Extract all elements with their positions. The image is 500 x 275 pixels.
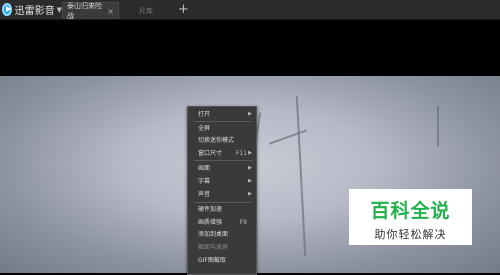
watermark-subtitle: 助你轻松解决 bbox=[374, 228, 447, 241]
app-name: 迅雷影音 bbox=[14, 6, 55, 17]
menu-item-gif-capture[interactable]: GIF图截取 bbox=[188, 255, 256, 266]
shortcut-label: F9 bbox=[239, 219, 247, 226]
tab-video[interactable]: 泰山归来险战 × bbox=[62, 2, 119, 20]
menu-item-subtitle[interactable]: 字幕 ▶ bbox=[188, 176, 256, 187]
menu-divider bbox=[194, 121, 252, 122]
chevron-right-icon: ▶ bbox=[248, 111, 252, 117]
menu-item-add-to-desktop[interactable]: 添加到桌面 bbox=[188, 229, 256, 240]
menu-divider bbox=[194, 202, 252, 203]
close-icon[interactable]: × bbox=[107, 7, 114, 16]
shortcut-label: F11 bbox=[235, 150, 247, 157]
chevron-right-icon: ▶ bbox=[248, 191, 252, 197]
menu-item-open[interactable]: 打开 ▶ bbox=[188, 109, 256, 120]
tab-library[interactable]: 片库 bbox=[119, 2, 173, 19]
title-bar: 迅雷影音 ▼ 泰山归来险战 × 片库 + bbox=[0, 0, 500, 20]
scene-branch bbox=[295, 96, 307, 256]
chevron-right-icon: ▶ bbox=[248, 165, 252, 171]
menu-item-hardware-accel[interactable]: 硬件加速 bbox=[188, 204, 256, 215]
add-tab-button[interactable]: + bbox=[178, 2, 189, 17]
menu-item-mini-mode[interactable]: 切换迷你模式 bbox=[188, 135, 256, 146]
scene-branch bbox=[268, 129, 308, 145]
chevron-right-icon: ▶ bbox=[248, 178, 252, 184]
watermark-title: 百科全说 bbox=[370, 200, 451, 222]
menu-item-sound[interactable]: 声音 ▶ bbox=[188, 189, 256, 200]
menu-item-window-size[interactable]: 窗口尺寸 F11 ▶ bbox=[188, 148, 256, 159]
tab-label: 片库 bbox=[139, 6, 153, 15]
menu-item-fullscreen[interactable]: 全屏 bbox=[188, 123, 256, 134]
menu-item-picture[interactable]: 画面 ▶ bbox=[188, 163, 256, 174]
tab-label: 泰山归来险战 bbox=[67, 2, 102, 20]
app-menu-button[interactable]: 迅雷影音 ▼ bbox=[0, 0, 62, 19]
chevron-right-icon: ▶ bbox=[248, 150, 252, 156]
scene-branch bbox=[437, 106, 439, 146]
menu-item-quality-enhance[interactable]: 画质增强 F9 bbox=[188, 217, 256, 228]
watermark: 百科全说 助你轻松解决 bbox=[349, 189, 472, 245]
context-menu: 打开 ▶ 全屏 切换迷你模式 窗口尺寸 F11 ▶ 画面 ▶ 字幕 ▶ 声音 ▶ 硬件加速 … bbox=[187, 106, 257, 275]
menu-divider bbox=[194, 160, 252, 161]
app-logo-icon bbox=[2, 3, 12, 16]
menu-item-screenshot[interactable]: 截图与录屏 bbox=[188, 242, 256, 253]
